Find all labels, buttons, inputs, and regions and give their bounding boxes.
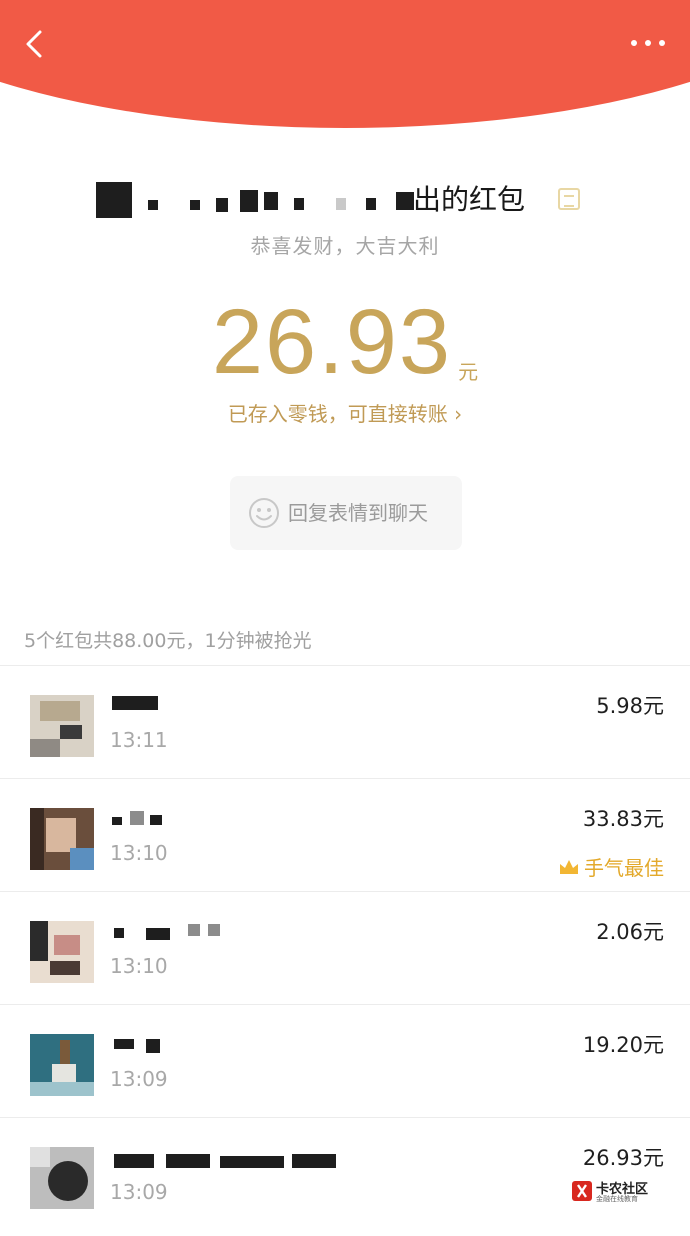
claim-time: 13:11 — [110, 728, 168, 752]
header-arc — [0, 0, 690, 128]
avatar-pixel — [30, 1082, 94, 1096]
redacted-nickname — [220, 1156, 284, 1168]
avatar-pixel — [48, 1161, 88, 1201]
redacted-block — [264, 192, 278, 210]
avatar-pixel — [30, 808, 44, 870]
claim-time: 13:10 — [110, 954, 168, 978]
sender-line: 出的红包 — [0, 178, 690, 222]
sender-suffix: 出的红包 — [413, 183, 526, 216]
packet-summary: 5个红包共88.00元，1分钟被抢光 — [24, 630, 312, 652]
kanong-logo-icon — [572, 1181, 592, 1201]
avatar-pixel — [60, 725, 82, 739]
chevron-left-icon[interactable] — [18, 24, 58, 64]
redacted-nickname — [114, 1154, 154, 1168]
redacted-block — [294, 198, 304, 210]
redacted-nickname — [208, 924, 220, 936]
redacted-block — [190, 200, 200, 210]
redacted-nickname — [114, 928, 124, 938]
avatar-pixel — [30, 739, 60, 757]
avatar-pixel — [46, 818, 76, 852]
redacted-sender-name — [96, 182, 132, 218]
amount-unit: 元 — [458, 360, 479, 384]
header — [0, 0, 690, 128]
avatar — [30, 921, 94, 983]
claim-amount: 2.06元 — [596, 920, 664, 944]
claim-amount: 33.83元 — [582, 807, 664, 831]
redacted-block — [148, 200, 158, 210]
more-dots-icon[interactable] — [628, 28, 668, 58]
redacted-nickname — [112, 696, 158, 710]
avatar-pixel — [50, 961, 80, 975]
claim-time: 13:09 — [110, 1067, 168, 1091]
smiley-icon — [249, 498, 279, 528]
saved-to-wallet-link[interactable]: 已存入零钱，可直接转账 › — [0, 398, 690, 427]
avatar-pixel — [30, 1147, 50, 1167]
redacted-nickname — [114, 1039, 134, 1049]
list-item[interactable]: 13:09 26.93元 — [0, 1117, 690, 1231]
redacted-nickname — [146, 1039, 160, 1053]
redacted-nickname — [112, 817, 122, 825]
list-item[interactable]: 13:09 19.20元 — [0, 1004, 690, 1118]
redacted-block — [396, 192, 414, 210]
avatar — [30, 695, 94, 757]
claim-amount: 19.20元 — [582, 1033, 664, 1057]
avatar — [30, 1147, 94, 1209]
redacted-block — [366, 198, 376, 210]
best-luck-label: 手气最佳 — [584, 856, 664, 880]
redacted-block — [216, 198, 228, 212]
redacted-nickname — [292, 1154, 336, 1168]
claim-amount: 26.93元 — [582, 1146, 664, 1170]
sender-badge-icon — [558, 188, 580, 210]
amount-value: 26.93 — [211, 291, 453, 393]
avatar — [30, 808, 94, 870]
redacted-nickname — [146, 928, 170, 940]
redacted-nickname — [150, 815, 162, 825]
avatar — [30, 1034, 94, 1096]
avatar-pixel — [54, 935, 80, 955]
crown-icon — [560, 860, 578, 874]
redacted-nickname — [166, 1154, 210, 1168]
list-item[interactable]: 13:11 5.98元 — [0, 665, 690, 779]
redacted-nickname — [188, 924, 200, 936]
claim-time: 13:10 — [110, 841, 168, 865]
claim-time: 13:09 — [110, 1180, 168, 1204]
avatar-pixel — [30, 921, 48, 961]
best-luck-badge: 手气最佳 — [558, 852, 664, 881]
received-amount: 26.93 元 — [0, 290, 690, 395]
redacted-nickname — [130, 811, 144, 825]
redacted-block — [336, 198, 346, 210]
list-item[interactable]: 13:10 33.83元 手气最佳 — [0, 778, 690, 892]
watermark: 卡农社区 金融在线教育 — [570, 1178, 660, 1206]
claim-amount: 5.98元 — [596, 694, 664, 718]
avatar-pixel — [60, 1040, 70, 1066]
list-item[interactable]: 13:10 2.06元 — [0, 891, 690, 1005]
avatar-pixel — [40, 701, 80, 721]
avatar-pixel — [52, 1064, 76, 1082]
wishing-text: 恭喜发财，大吉大利 — [250, 234, 440, 258]
reply-sticker-button[interactable]: 回复表情到聊天 — [230, 476, 462, 550]
redacted-block — [240, 190, 258, 212]
watermark-subtitle: 金融在线教育 — [596, 1195, 638, 1203]
avatar-pixel — [70, 848, 94, 870]
reply-button-label: 回复表情到聊天 — [288, 501, 428, 525]
